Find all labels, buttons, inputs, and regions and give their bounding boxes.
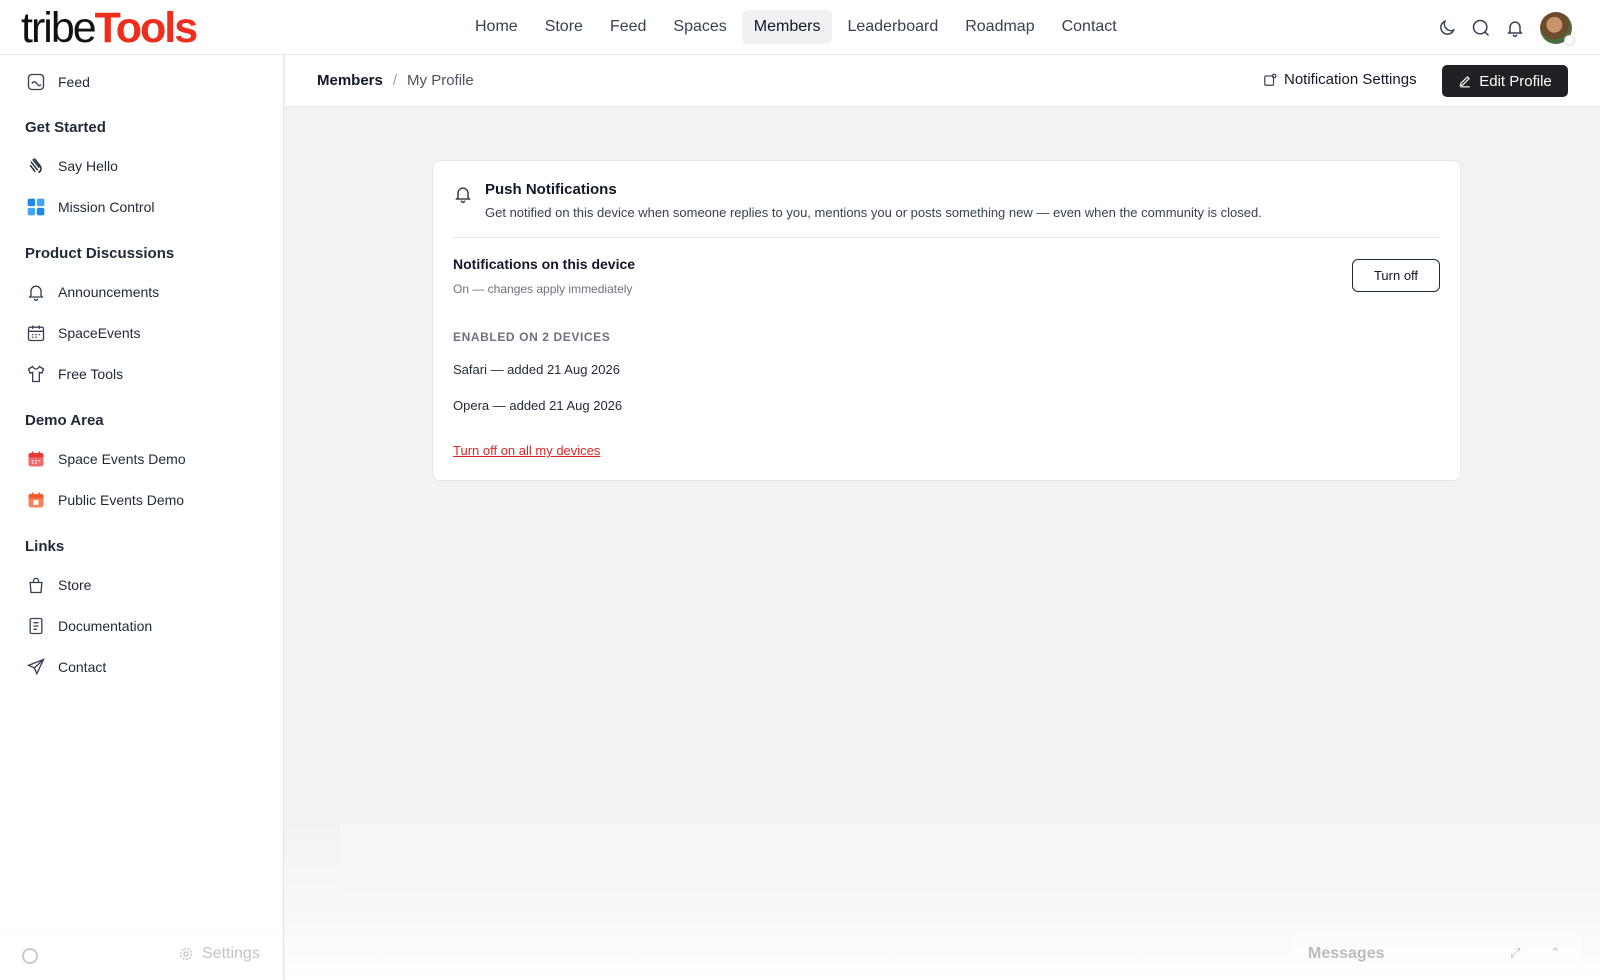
sidebar-footer: Settings — [0, 930, 284, 980]
pencil-icon — [1458, 74, 1472, 88]
messages-title: Messages — [1308, 945, 1385, 962]
sidebar-item-label: Store — [58, 577, 92, 593]
document-icon — [25, 615, 47, 637]
section-heading-links: Links — [25, 538, 65, 555]
sidebar-item-space-events-demo[interactable]: Space Events Demo — [25, 444, 186, 474]
sidebar: Feed Get Started Say Hello Mission Contr… — [0, 55, 284, 980]
sidebar-item-label: Documentation — [58, 618, 153, 634]
sidebar-item-documentation[interactable]: Documentation — [25, 611, 152, 641]
sidebar-item-feed[interactable]: Feed — [25, 67, 90, 97]
bell-icon — [25, 281, 47, 303]
sidebar-item-announcements[interactable]: Announcements — [25, 277, 159, 307]
brand-logo-part2: Tools — [94, 4, 198, 52]
nav-leaderboard[interactable]: Leaderboard — [835, 10, 950, 44]
sidebar-item-label: Mission Control — [58, 199, 155, 215]
device-row-safari: Safari — added 21 Aug 2026 — [453, 362, 620, 377]
nav-spaces[interactable]: Spaces — [661, 10, 738, 44]
top-icons — [1430, 11, 1575, 46]
nav-store[interactable]: Store — [533, 10, 595, 44]
breadcrumb-members[interactable]: Members — [317, 72, 383, 89]
turn-off-button[interactable]: Turn off — [1352, 259, 1440, 292]
feed-icon — [25, 71, 47, 93]
section-heading-get-started: Get Started — [25, 119, 106, 136]
chevron-up-icon[interactable]: ⌃ — [1550, 945, 1568, 963]
settings-button[interactable]: Settings — [178, 945, 260, 963]
sidebar-item-public-events-demo[interactable]: Public Events Demo — [25, 485, 184, 515]
calendar-orange-icon — [25, 489, 47, 511]
breadcrumb-current: My Profile — [407, 72, 474, 89]
sidebar-item-label: Say Hello — [58, 158, 118, 174]
search-icon[interactable] — [1464, 11, 1498, 45]
expand-icon[interactable]: ⤢ — [1510, 945, 1528, 963]
edit-profile-label: Edit Profile — [1479, 72, 1552, 90]
calendar-icon — [25, 322, 47, 344]
push-notifications-card: Push Notifications Get notified on this … — [432, 160, 1461, 481]
bell-icon[interactable] — [1498, 11, 1532, 45]
sidebar-item-spaceevents[interactable]: SpaceEvents — [25, 318, 141, 348]
card-description: Get notified on this device when someone… — [485, 205, 1262, 220]
dark-mode-moon-icon[interactable] — [1430, 11, 1464, 45]
sidebar-item-label: Contact — [58, 659, 107, 675]
sidebar-item-label: Public Events Demo — [58, 492, 185, 508]
bell-icon — [453, 184, 473, 209]
brand-logo[interactable]: tribeTools — [21, 4, 198, 52]
device-notifications-title: Notifications on this device — [453, 256, 636, 272]
profile-header: Members / My Profile Notification Settin… — [285, 55, 1600, 107]
wordpress-icon[interactable] — [22, 948, 38, 964]
sidebar-item-label: SpaceEvents — [58, 325, 141, 341]
calendar-red-icon — [25, 448, 47, 470]
settings-label: Settings — [202, 945, 260, 962]
nav-home[interactable]: Home — [463, 10, 530, 44]
enabled-devices-heading: ENABLED ON 2 DEVICES — [453, 330, 611, 344]
notification-settings-icon — [1263, 73, 1277, 87]
wave-hand-icon — [25, 155, 47, 177]
notification-settings-link[interactable]: Notification Settings — [1263, 71, 1417, 88]
sidebar-item-say-hello[interactable]: Say Hello — [25, 151, 118, 181]
sidebar-item-store[interactable]: Store — [25, 570, 91, 600]
messages-panel[interactable]: Messages ⤢ ⌃ — [1292, 930, 1582, 980]
sidebar-item-contact[interactable]: Contact — [25, 652, 106, 682]
section-heading-demo-area: Demo Area — [25, 412, 104, 429]
breadcrumb: Members / My Profile — [317, 72, 474, 89]
tshirt-icon — [25, 363, 47, 385]
sidebar-item-mission-control[interactable]: Mission Control — [25, 192, 154, 222]
edit-profile-button[interactable]: Edit Profile — [1442, 65, 1568, 97]
sidebar-item-label: Space Events Demo — [58, 451, 186, 467]
nav-members[interactable]: Members — [741, 10, 833, 44]
nav-roadmap[interactable]: Roadmap — [953, 10, 1046, 44]
main-nav: Home Store Feed Spaces Members Leaderboa… — [463, 10, 1132, 44]
user-avatar[interactable] — [1540, 12, 1575, 46]
paper-plane-icon — [25, 656, 47, 678]
bag-icon — [25, 574, 47, 596]
brand-logo-part1: tribe — [21, 4, 97, 52]
card-title: Push Notifications — [485, 181, 617, 198]
sidebar-item-label: Feed — [58, 74, 90, 90]
device-notifications-status: On — changes apply immediately — [453, 282, 633, 296]
bottom-panel-ghost — [340, 824, 1600, 890]
nav-contact[interactable]: Contact — [1050, 10, 1129, 44]
sidebar-item-free-tools[interactable]: Free Tools — [25, 359, 123, 389]
notification-settings-label: Notification Settings — [1284, 71, 1417, 88]
sidebar-item-label: Free Tools — [58, 366, 124, 382]
gear-icon — [178, 946, 194, 962]
breadcrumb-separator: / — [392, 72, 398, 89]
top-bar: tribeTools Home Store Feed Spaces Member… — [0, 0, 1600, 55]
sidebar-item-label: Announcements — [58, 284, 160, 300]
nav-feed[interactable]: Feed — [598, 10, 658, 44]
turn-off-all-devices-link[interactable]: Turn off on all my devices — [453, 443, 600, 458]
device-row-opera: Opera — added 21 Aug 2026 — [453, 398, 623, 413]
section-heading-product-discussions: Product Discussions — [25, 245, 175, 262]
card-divider — [453, 237, 1440, 238]
grid-icon — [25, 196, 47, 218]
